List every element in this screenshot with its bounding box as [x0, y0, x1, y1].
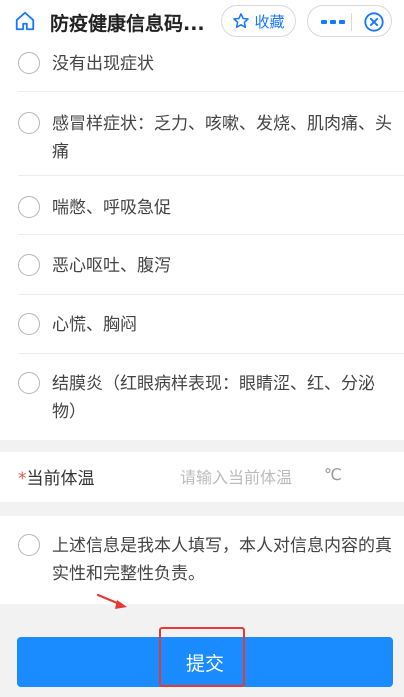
radio-button[interactable] — [18, 372, 40, 394]
symptom-option[interactable]: 没有出现症状 — [0, 42, 404, 86]
star-icon — [233, 13, 250, 29]
submit-button[interactable]: 提交 — [17, 637, 393, 687]
symptom-option[interactable]: 喘憋、呼吸急促 — [0, 186, 404, 230]
divider — [18, 91, 404, 92]
temperature-field: *当前体温 ℃ — [0, 452, 404, 502]
mini-program-capsule — [307, 5, 392, 37]
symptom-option[interactable]: 心慌、胸闷 — [0, 304, 404, 348]
option-label: 喘憋、呼吸急促 — [52, 198, 171, 218]
declaration-label: 上述信息是我本人填写，本人对信息内容的真实性和完整性负责。 — [52, 536, 392, 584]
symptom-option[interactable]: 结膜炎（红眼病样表现：眼睛涩、红、分泌物） — [0, 362, 404, 428]
declaration-option[interactable]: 上述信息是我本人填写，本人对信息内容的真实性和完整性负责。 — [0, 528, 404, 594]
option-label: 没有出现症状 — [52, 54, 154, 74]
close-icon[interactable] — [363, 11, 385, 33]
favorite-label: 收藏 — [254, 12, 285, 31]
option-label: 恶心呕吐、腹泻 — [52, 256, 171, 276]
divider — [18, 234, 404, 235]
radio-button[interactable] — [18, 112, 40, 134]
temperature-input[interactable] — [180, 462, 318, 492]
symptom-option[interactable]: 感冒样症状：乏力、咳嗽、发烧、肌肉痛、头痛 — [0, 102, 404, 168]
temperature-label: *当前体温 — [18, 464, 95, 489]
radio-button[interactable] — [18, 52, 40, 74]
favorite-button[interactable]: 收藏 — [221, 5, 296, 37]
radio-button[interactable] — [18, 534, 40, 556]
declaration-card: 上述信息是我本人填写，本人对信息内容的真实性和完整性负责。 — [0, 516, 404, 604]
symptom-option[interactable]: 恶心呕吐、腹泻 — [0, 244, 404, 288]
radio-button[interactable] — [18, 196, 40, 218]
capsule-divider — [351, 13, 352, 31]
required-mark: * — [18, 469, 27, 489]
divider — [18, 353, 404, 354]
option-label: 结膜炎（红眼病样表现：眼睛涩、红、分泌物） — [52, 374, 375, 422]
top-bar: 防疫健康信息码... 收藏 — [0, 0, 404, 42]
page-title: 防疫健康信息码... — [50, 13, 205, 35]
home-icon[interactable] — [14, 10, 36, 32]
divider — [18, 175, 404, 176]
symptom-options-card: 没有出现症状 感冒样症状：乏力、咳嗽、发烧、肌肉痛、头痛 喘憋、呼吸急促 恶心呕… — [0, 42, 404, 440]
radio-button[interactable] — [18, 313, 40, 335]
more-icon[interactable] — [320, 15, 346, 29]
option-label: 心慌、胸闷 — [52, 315, 137, 335]
annotation-arrow-icon — [96, 593, 127, 609]
temperature-unit: ℃ — [324, 465, 342, 484]
divider — [18, 294, 404, 295]
temperature-label-text: 当前体温 — [26, 469, 95, 489]
option-label: 感冒样症状：乏力、咳嗽、发烧、肌肉痛、头痛 — [52, 114, 392, 162]
radio-button[interactable] — [18, 254, 40, 276]
